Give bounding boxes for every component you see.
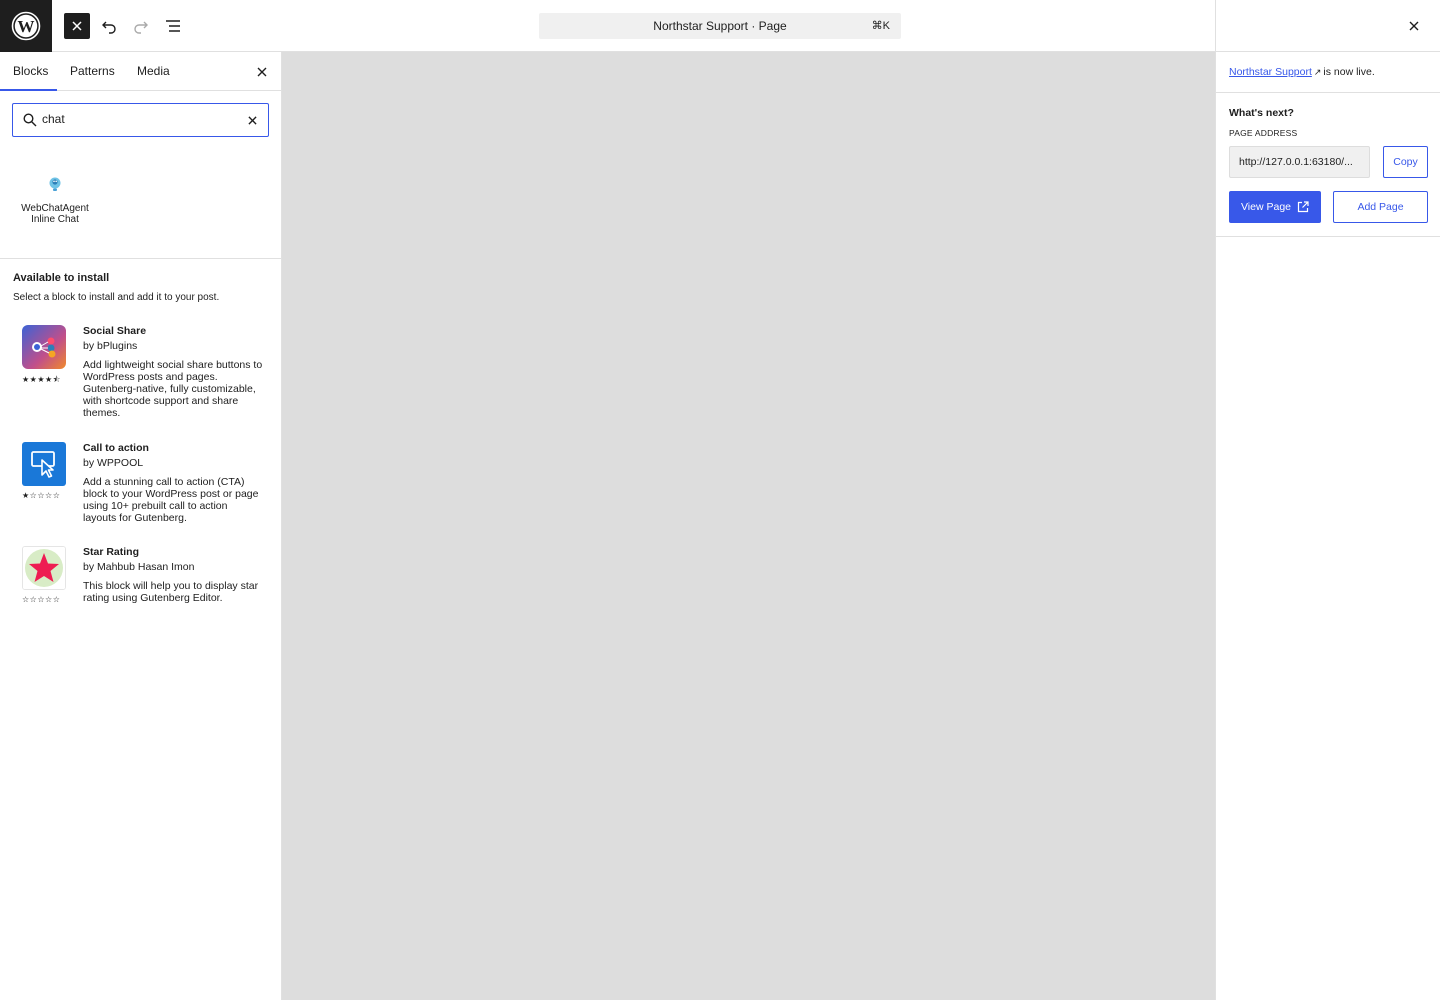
publish-status: Northstar Support ↗ is now live. — [1229, 66, 1375, 78]
plugin-name: Social Share — [83, 325, 147, 337]
view-page-button[interactable]: View Page — [1229, 191, 1321, 223]
live-suffix: is now live. — [1323, 66, 1375, 78]
add-page-button[interactable]: Add Page — [1333, 191, 1428, 223]
star-icon — [22, 546, 66, 590]
panel-divider — [1216, 92, 1440, 93]
block-result-label: WebChatAgent Inline Chat — [21, 203, 89, 225]
undo-button[interactable] — [96, 13, 122, 39]
command-shortcut: ⌘K — [871, 20, 890, 32]
close-panel-button[interactable] — [1401, 13, 1427, 39]
tab-blocks[interactable]: Blocks — [13, 52, 48, 91]
close-icon — [257, 67, 267, 77]
plugin-item-call-to-action[interactable]: ★☆☆☆☆ Call to action by WPPOOL Add a stu… — [22, 442, 272, 532]
plugin-author: by Mahbub Hasan Imon — [83, 561, 195, 573]
tab-media[interactable]: Media — [137, 52, 170, 91]
rating-stars: ★★★★⯪ — [22, 375, 61, 384]
active-tab-indicator — [0, 89, 57, 91]
list-view-icon — [166, 20, 180, 32]
redo-button[interactable] — [128, 13, 154, 39]
section-divider — [0, 258, 281, 259]
clear-search-button[interactable] — [244, 112, 260, 128]
command-palette-bar[interactable]: Northstar Support · Page ⌘K — [539, 13, 901, 39]
undo-icon — [102, 21, 116, 34]
plugin-description: Add a stunning call to action (CTA) bloc… — [83, 476, 259, 524]
plugin-author: by WPPOOL — [83, 457, 144, 469]
plugin-description: This block will help you to display star… — [83, 580, 259, 604]
block-search-input[interactable]: chat — [12, 103, 269, 137]
plugin-description: Add lightweight social share buttons to … — [83, 359, 263, 419]
document-title: Northstar Support · Page — [653, 19, 787, 33]
external-link-icon — [1297, 201, 1309, 213]
search-icon — [23, 113, 37, 127]
page-link[interactable]: Northstar Support — [1229, 66, 1312, 78]
search-value: chat — [42, 112, 65, 126]
block-result-webchatagent[interactable]: WebChatAgent Inline Chat — [14, 174, 96, 225]
svg-text:W: W — [18, 17, 35, 36]
wordpress-logo-button[interactable]: W — [0, 0, 52, 52]
page-address-label: PAGE ADDRESS — [1229, 128, 1298, 138]
available-to-install-subtitle: Select a block to install and add it to … — [13, 292, 220, 303]
chat-agent-icon — [45, 174, 65, 194]
copy-button[interactable]: Copy — [1383, 146, 1428, 178]
editor-header: W Northstar Support · Page ⌘K — [0, 0, 1440, 52]
whats-next-heading: What's next? — [1229, 107, 1294, 119]
close-icon — [247, 115, 257, 125]
header-divider — [1215, 0, 1216, 52]
plugin-item-social-share[interactable]: ★★★★⯪ Social Share by bPlugins Add light… — [22, 325, 272, 425]
inserter-tabs: Blocks Patterns Media — [0, 52, 281, 91]
plugin-item-star-rating[interactable]: ☆☆☆☆☆ Star Rating by Mahbub Hasan Imon T… — [22, 546, 272, 616]
view-page-label: View Page — [1240, 201, 1291, 213]
close-inserter-button[interactable] — [64, 13, 90, 39]
cursor-click-icon — [22, 442, 66, 486]
panel-divider — [1216, 236, 1440, 237]
social-share-icon — [22, 325, 66, 369]
rating-stars: ★☆☆☆☆ — [22, 491, 61, 500]
external-link-icon: ↗ — [1313, 67, 1322, 77]
close-inserter-panel-button[interactable] — [253, 63, 271, 81]
redo-icon — [134, 21, 148, 34]
plugin-name: Call to action — [83, 442, 149, 454]
plugin-name: Star Rating — [83, 546, 140, 558]
close-icon — [72, 21, 82, 31]
rating-stars: ☆☆☆☆☆ — [22, 595, 61, 604]
editor-canvas[interactable] — [282, 52, 1215, 1000]
document-overview-button[interactable] — [160, 13, 186, 39]
block-inserter-panel: Blocks Patterns Media chat WebChatAgent … — [0, 52, 282, 1000]
tab-patterns[interactable]: Patterns — [70, 52, 115, 91]
page-address-field[interactable]: http://127.0.0.1:63180/... — [1229, 146, 1370, 178]
post-publish-panel: Northstar Support ↗ is now live. What's ne… — [1215, 52, 1440, 1000]
plugin-author: by bPlugins — [83, 340, 138, 352]
wordpress-icon: W — [11, 11, 41, 41]
close-icon — [1409, 21, 1419, 31]
available-to-install-heading: Available to install — [13, 272, 110, 284]
